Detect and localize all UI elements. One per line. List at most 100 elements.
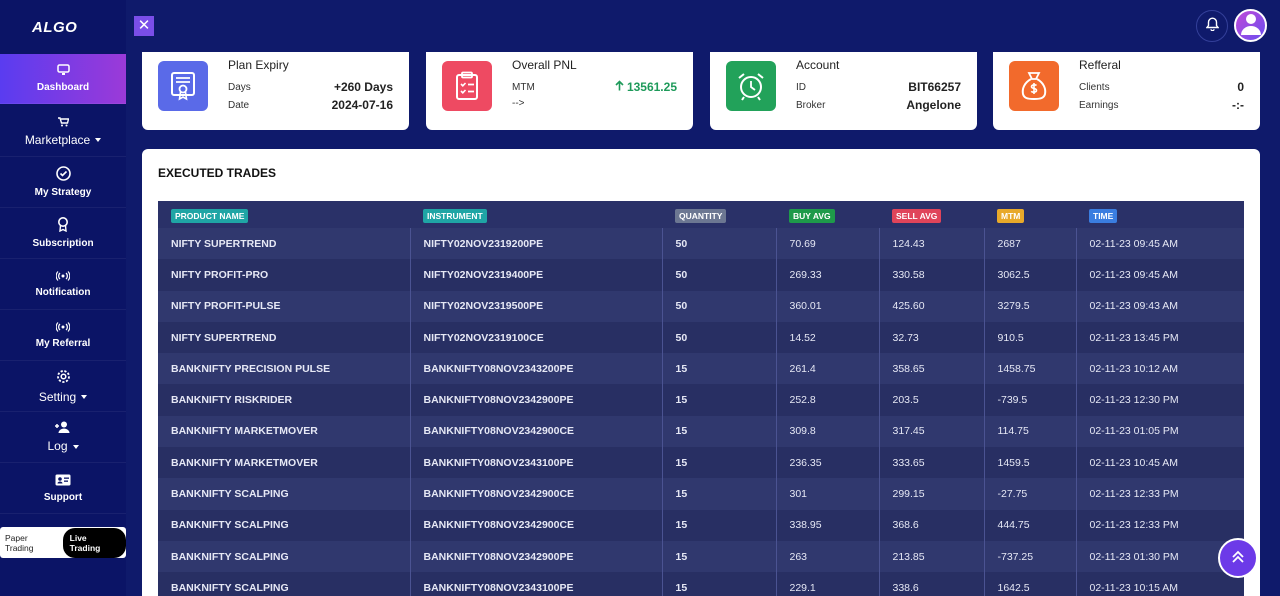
sidebar-item-label: Subscription (32, 238, 94, 249)
quantity-cell: 15 (662, 447, 777, 479)
scroll-top-button[interactable] (1218, 538, 1258, 578)
table-row: BANKNIFTY RISKRIDER BANKNIFTY08NOV2342900… (158, 384, 1244, 416)
buy-avg-cell: 309.8 (776, 415, 880, 448)
trading-mode-toggle[interactable]: Paper Trading Live Trading (0, 527, 126, 558)
column-header-badge: TIME (1089, 208, 1118, 223)
logo[interactable]: ALGO (0, 0, 126, 54)
time-cell: 02-11-23 10:45 AM (1076, 447, 1244, 479)
sidebar-item-label: Log (47, 439, 68, 453)
panel-title: EXECUTED TRADES (158, 166, 277, 180)
instrument-cell: BANKNIFTY08NOV2342900PE (410, 540, 663, 573)
user-icon (1240, 11, 1262, 40)
column-header-badge: SELL AVG (892, 208, 942, 223)
double-chevron-up-icon (1230, 548, 1246, 569)
quantity-cell: 50 (662, 321, 777, 354)
time-cell: 02-11-23 12:33 PM (1076, 509, 1244, 541)
sidebar-item-my-referral[interactable]: My Referral (0, 310, 126, 361)
sell-avg-cell: 358.65 (879, 353, 985, 385)
sidebar-item-label-wrap: Log (47, 439, 79, 453)
product-name-cell: BANKNIFTY MARKETMOVER (158, 447, 411, 479)
instrument-cell: NIFTY02NOV2319100CE (410, 321, 663, 354)
gear-icon (56, 369, 71, 387)
broadcast-icon (55, 321, 71, 335)
mtm-value: 13561.25 (626, 80, 677, 94)
sidebar-item-label: Support (43, 491, 83, 503)
time-cell: 02-11-23 13:45 PM (1076, 321, 1244, 354)
product-name-cell: BANKNIFTY RISKRIDER (158, 384, 411, 416)
quantity-cell: 15 (662, 384, 777, 416)
mtm-cell: -739.5 (984, 384, 1077, 416)
time-cell: 02-11-23 10:15 AM (1076, 572, 1244, 596)
mtm-cell: 444.75 (984, 509, 1077, 541)
live-trading-option[interactable]: Live Trading (62, 527, 126, 558)
time-cell: 02-11-23 09:45 AM (1076, 259, 1244, 291)
alarm-clock-icon (726, 61, 776, 111)
notification-button[interactable] (1196, 10, 1228, 42)
sell-avg-cell: 32.73 (879, 321, 985, 354)
buy-avg-cell: 236.35 (776, 447, 880, 479)
time-cell: 02-11-23 12:30 PM (1076, 384, 1244, 416)
sidebar-item-log[interactable]: Log (0, 412, 126, 463)
arrow-link[interactable]: --> (512, 98, 525, 109)
card-title: Account (796, 58, 840, 72)
earnings-label: Earnings (1079, 99, 1119, 111)
sidebar: ALGO Dashboard Marketplace My Strategy S… (0, 0, 126, 596)
close-sidebar-button[interactable]: ✕ (134, 16, 154, 36)
certificate-icon (158, 61, 208, 111)
mtm-cell: 1459.5 (984, 447, 1077, 479)
clients-label: Clients (1079, 81, 1110, 93)
instrument-cell: BANKNIFTY08NOV2342900CE (410, 509, 663, 541)
arrow-up-icon (615, 80, 624, 94)
time-cell: 02-11-23 01:05 PM (1076, 415, 1244, 448)
sidebar-item-subscription[interactable]: Subscription (0, 208, 126, 259)
buy-avg-cell: 338.95 (776, 509, 880, 541)
table-row: BANKNIFTY PRECISION PULSE BANKNIFTY08NOV2… (158, 353, 1244, 385)
sidebar-item-my-strategy[interactable]: My Strategy (0, 157, 126, 208)
column-header-badge: BUY AVG (789, 208, 835, 223)
table-body: NIFTY SUPERTREND NIFTY02NOV2319200PE 50 70.… (158, 228, 1244, 596)
buy-avg-cell: 263 (776, 540, 880, 573)
time-cell: 02-11-23 12:33 PM (1076, 478, 1244, 510)
time-cell: 02-11-23 10:12 AM (1076, 353, 1244, 385)
topbar: ✕ (126, 0, 1280, 52)
time-cell: 02-11-23 09:45 AM (1076, 228, 1244, 260)
sell-avg-cell: 203.5 (879, 384, 985, 416)
sidebar-item-setting[interactable]: Setting (0, 361, 126, 412)
product-name-cell: NIFTY PROFIT-PULSE (158, 290, 411, 322)
sell-avg-cell: 317.45 (879, 415, 985, 448)
main-content: Plan Expiry Days +260 Days Date 2024-07-16… (126, 52, 1280, 596)
referral-card: Refferal Clients 0 Earnings -:- (993, 52, 1260, 130)
buy-avg-cell: 301 (776, 478, 880, 510)
quantity-cell: 50 (662, 259, 777, 291)
buy-avg-cell: 252.8 (776, 384, 880, 416)
broadcast-icon (55, 270, 71, 284)
column-header-badge: INSTRUMENT (423, 208, 487, 223)
account-card: Account ID BIT66257 Broker Angelone (710, 52, 977, 130)
card-title: Plan Expiry (228, 58, 289, 72)
executed-trades-panel: EXECUTED TRADES PRODUCT NAME INSTRUMENT QU… (142, 149, 1260, 596)
sidebar-item-dashboard[interactable]: Dashboard (0, 54, 126, 104)
table-row: BANKNIFTY MARKETMOVER BANKNIFTY08NOV23429… (158, 415, 1244, 448)
sidebar-item-notification[interactable]: Notification (0, 259, 126, 310)
date-value: 2024-07-16 (331, 98, 393, 112)
table-row: NIFTY SUPERTREND NIFTY02NOV2319200PE 50 70.… (158, 228, 1244, 260)
instrument-cell: BANKNIFTY08NOV2343100PE (410, 447, 663, 479)
date-label: Date (228, 99, 250, 111)
column-header: MTM (984, 201, 1076, 228)
avatar[interactable] (1234, 9, 1267, 42)
id-card-icon (55, 474, 71, 489)
paper-trading-option[interactable]: Paper Trading (5, 533, 58, 553)
quantity-cell: 15 (662, 540, 777, 573)
sell-avg-cell: 124.43 (879, 228, 985, 260)
monitor-icon (56, 64, 70, 79)
check-circle-icon (55, 166, 71, 184)
sell-avg-cell: 213.85 (879, 540, 985, 573)
instrument-cell: NIFTY02NOV2319500PE (410, 290, 663, 322)
instrument-cell: BANKNIFTY08NOV2342900PE (410, 384, 663, 416)
sidebar-item-label: Notification (35, 287, 91, 298)
days-value: +260 Days (333, 80, 393, 94)
sidebar-item-marketplace[interactable]: Marketplace (0, 106, 126, 157)
sidebar-item-support[interactable]: Support (0, 463, 126, 514)
instrument-cell: BANKNIFTY08NOV2343100PE (410, 572, 663, 596)
broker-label: Broker (796, 99, 826, 111)
